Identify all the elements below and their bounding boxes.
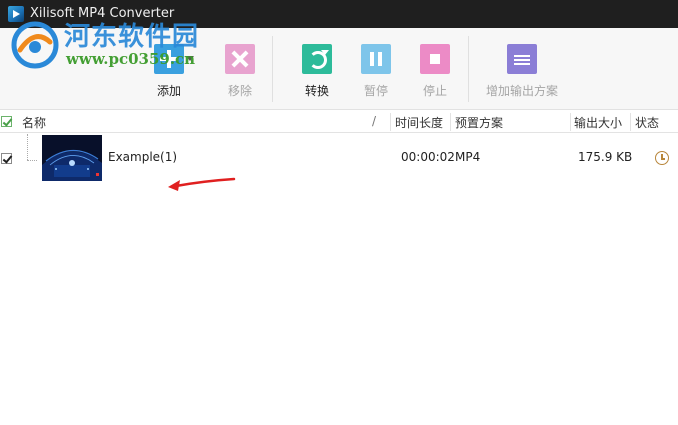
convert-button[interactable]: 转换 [287,44,347,99]
column-duration-header[interactable]: 时间长度 [395,114,443,131]
column-name-header[interactable]: 名称 [22,114,46,131]
stop-label: 停止 [422,84,447,98]
convert-label: 转换 [304,84,329,98]
remove-icon [225,44,255,74]
pause-label: 暂停 [363,84,388,98]
add-button[interactable]: 添加 [139,44,199,99]
column-divider[interactable] [630,113,631,131]
column-divider[interactable] [570,113,571,131]
annotation-arrow-icon [168,177,236,191]
column-profile-header[interactable]: 预置方案 [455,114,503,131]
app-icon [8,6,24,22]
tree-connector [27,134,28,160]
column-divider[interactable] [450,113,451,131]
select-all-checkbox[interactable] [1,116,12,127]
pause-icon [361,44,391,74]
title-bar: Xilisoft MP4 Converter [0,0,678,28]
stop-button[interactable]: 停止 [405,44,465,99]
profile-icon [507,44,537,74]
dropdown-arrow-icon[interactable] [186,56,194,61]
window-title: Xilisoft MP4 Converter [30,6,175,21]
toolbar: 添加 移除 转换 暂停 停止 增加输出方案 [0,28,678,110]
column-size-header[interactable]: 输出大小 [574,114,622,131]
toolbar-divider [468,36,469,102]
add-label: 添加 [156,84,181,98]
file-profile[interactable]: MP4 [455,150,480,164]
file-duration: 00:00:02 [401,150,455,164]
video-thumbnail [42,135,102,181]
convert-icon [302,44,332,74]
tree-connector [27,160,37,161]
remove-label: 移除 [227,84,252,98]
add-profile-button[interactable]: 增加输出方案 [480,44,564,99]
clock-icon [655,151,669,165]
table-row[interactable]: Example(1) 00:00:02 MP4 175.9 KB [0,134,678,184]
pause-button[interactable]: 暂停 [346,44,406,99]
remove-button[interactable]: 移除 [210,44,270,99]
column-divider[interactable] [390,113,391,131]
row-checkbox[interactable] [1,153,12,164]
sort-indicator-icon: / [372,114,377,128]
stop-icon [420,44,450,74]
file-size: 175.9 KB [578,150,633,164]
add-icon [154,44,194,74]
toolbar-divider [272,36,273,102]
add-profile-label: 增加输出方案 [485,84,558,98]
file-name[interactable]: Example(1) [108,150,177,164]
column-status-header[interactable]: 状态 [635,114,659,131]
file-list-header: 名称 / 时间长度 预置方案 输出大小 状态 [0,111,678,133]
